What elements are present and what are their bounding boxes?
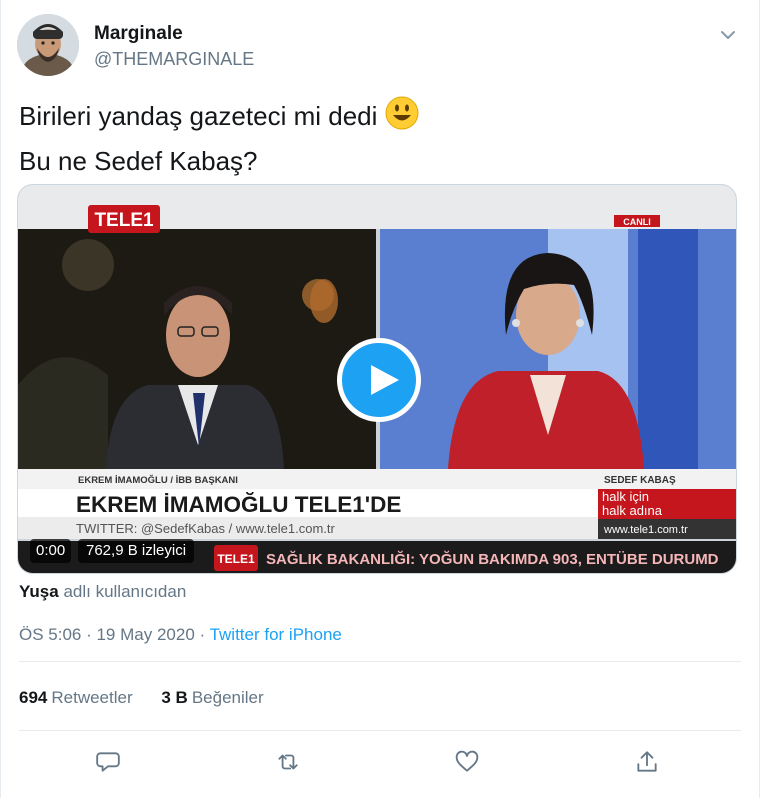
author-handle[interactable]: @THEMARGINALE xyxy=(94,49,254,70)
timestamp[interactable]: ÖS 5:06 · 19 May 2020 · xyxy=(19,625,210,644)
slogan-line2: halk adına xyxy=(602,503,663,518)
share-button[interactable] xyxy=(629,744,665,780)
source-link[interactable]: Twitter for iPhone xyxy=(210,625,342,644)
tweet-text-line1: Birileri yandaş gazeteci mi dedi xyxy=(19,101,378,131)
play-icon xyxy=(371,365,399,395)
reply-icon xyxy=(96,752,120,772)
like-icon xyxy=(455,750,479,772)
tweet-meta: ÖS 5:06 · 19 May 2020 · Twitter for iPho… xyxy=(19,625,342,645)
divider xyxy=(19,730,741,731)
retweets-count: 694 xyxy=(19,688,48,707)
tweet-text-line: Birileri yandaş gazeteci mi dedi xyxy=(19,96,419,141)
site-label: www.tele1.com.tr xyxy=(603,524,688,536)
right-lower-third: SEDEF KABAŞ xyxy=(604,475,676,486)
media-attribution: Yuşa adlı kullanıcıdan xyxy=(19,582,186,602)
video-views: 762,9 B izleyici xyxy=(78,539,195,563)
attribution-user[interactable]: Yuşa xyxy=(19,582,59,601)
caret-down-icon[interactable] xyxy=(719,26,737,44)
retweet-button[interactable] xyxy=(270,744,306,780)
news-ticker: SAĞLIK BAKANLIĞI: YOĞUN BAKIMDA 903, ENT… xyxy=(266,550,719,568)
divider xyxy=(19,661,741,662)
tweet-text-line2: Bu ne Sedef Kabaş? xyxy=(19,146,258,176)
retweet-icon xyxy=(278,754,298,770)
slogan-line1: halk için xyxy=(602,489,649,504)
headline: EKREM İMAMOĞLU TELE1'DE xyxy=(76,492,401,517)
tweet-card: Marginale @THEMARGINALE Birileri yandaş … xyxy=(0,0,760,798)
author-name[interactable]: Marginale xyxy=(94,23,183,45)
video-time: 0:00 xyxy=(30,539,72,563)
tweet-text: Birileri yandaş gazeteci mi dedi Bu ne S… xyxy=(19,96,419,181)
video-player[interactable]: TELE1 CANLI EKREM İMAMOĞLU / İBB BAŞKANI… xyxy=(17,184,737,574)
retweets-stat[interactable]: 694 Retweetler xyxy=(19,688,133,708)
left-lower-third: EKREM İMAMOĞLU / İBB BAŞKANI xyxy=(78,474,238,486)
likes-label: Beğeniler xyxy=(191,688,264,707)
likes-count: 3 B xyxy=(161,688,188,707)
attribution-suffix: adlı kullanıcıdan xyxy=(63,582,187,601)
retweets-label: Retweetler xyxy=(51,688,133,707)
live-badge: CANLI xyxy=(623,217,651,227)
likes-stat[interactable]: 3 B Beğeniler xyxy=(161,688,263,708)
like-button[interactable] xyxy=(449,744,485,780)
smiley-emoji-icon xyxy=(385,96,419,141)
share-icon xyxy=(637,751,657,772)
channel-logo: TELE1 xyxy=(94,210,154,231)
ticker-logo: TELE1 xyxy=(217,552,255,566)
reply-button[interactable] xyxy=(90,744,126,780)
play-button[interactable] xyxy=(337,338,421,422)
twitter-line: TWITTER: @SedefKabas / www.tele1.com.tr xyxy=(76,521,335,536)
tweet-header: Marginale @THEMARGINALE xyxy=(17,14,743,78)
tweet-stats: 694 Retweetler 3 B Beğeniler xyxy=(19,688,288,708)
avatar[interactable] xyxy=(17,14,79,76)
action-bar xyxy=(1,744,759,780)
